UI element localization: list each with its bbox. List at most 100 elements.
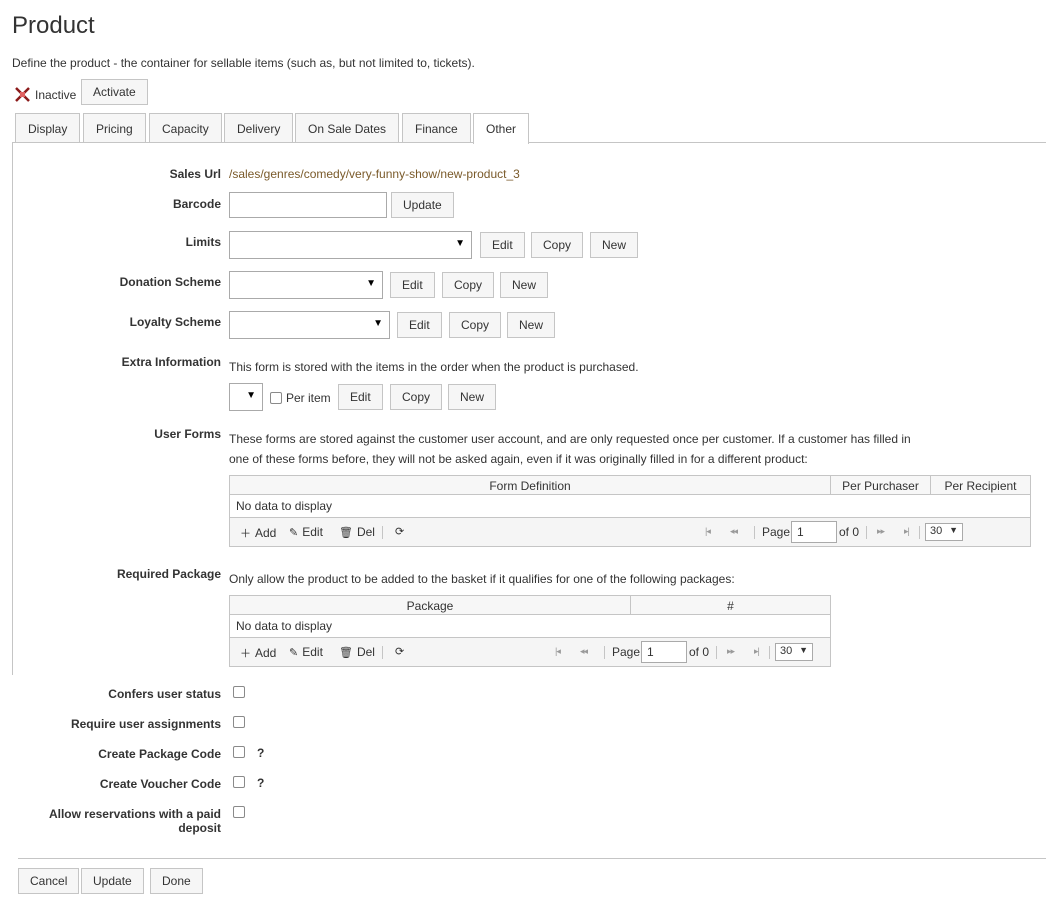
grid-edit-button[interactable]: ✎ Edit [289, 525, 323, 539]
pencil-icon: ✎ [289, 526, 299, 539]
page-description: Define the product - the container for s… [12, 56, 475, 70]
refresh-icon: ⟳ [395, 526, 405, 538]
tab-panel-left-border [12, 142, 13, 675]
trash-icon: 🗑 [339, 646, 353, 659]
extra-info-edit-button[interactable]: Edit [338, 384, 383, 410]
barcode-update-button[interactable]: Update [391, 192, 454, 218]
donation-copy-button[interactable]: Copy [442, 272, 495, 298]
pager-separator [382, 646, 383, 659]
tab-display[interactable]: Display [15, 113, 81, 143]
trash-icon: 🗑 [339, 526, 353, 539]
chevron-down-icon: ▼ [455, 238, 465, 249]
limits-new-button[interactable]: New [590, 232, 639, 258]
next-page-icon[interactable]: ▸▸ [877, 526, 885, 537]
page-count-label: of 0 [839, 525, 860, 539]
page-size-select[interactable]: 30 ▼ [925, 523, 963, 541]
extra-info-new-button[interactable]: New [448, 384, 497, 410]
column-header-per-recipient[interactable]: Per Recipient [931, 476, 1030, 495]
allow-reservations-checkbox[interactable] [233, 806, 245, 818]
page-number-input[interactable]: 1 [791, 521, 837, 543]
limits-copy-button[interactable]: Copy [531, 232, 584, 258]
tab-pricing[interactable]: Pricing [83, 113, 146, 143]
first-page-icon[interactable]: |◂ [705, 526, 711, 537]
tab-finance[interactable]: Finance [402, 113, 471, 143]
allow-reservations-label-line-1: Allow reservations with a paid [48, 807, 221, 821]
last-page-icon[interactable]: ▸| [904, 526, 910, 537]
grid-refresh-button[interactable]: ⟳ [395, 645, 404, 658]
confers-user-status-label: Confers user status [108, 687, 221, 701]
grid-refresh-button[interactable]: ⟳ [395, 525, 404, 538]
limits-select[interactable]: ▼ [229, 231, 472, 259]
required-package-label: Required Package [116, 567, 221, 581]
confers-user-status-checkbox[interactable] [233, 686, 245, 698]
tab-capacity[interactable]: Capacity [149, 113, 222, 143]
column-header-package[interactable]: Package [230, 596, 631, 615]
user-forms-label: User Forms [154, 427, 221, 441]
extra-information-text: This form is stored with the items in th… [229, 360, 639, 374]
loyalty-scheme-label: Loyalty Scheme [129, 315, 221, 329]
limits-label: Limits [185, 235, 221, 249]
page-number-input[interactable]: 1 [641, 641, 687, 663]
require-user-assignments-checkbox[interactable] [233, 716, 245, 728]
create-package-code-help-icon[interactable]: ? [257, 746, 264, 760]
page-size-select[interactable]: 30 ▼ [775, 643, 813, 661]
chevron-down-icon: ▼ [366, 278, 376, 289]
footer-divider [18, 858, 1046, 859]
column-header-per-purchaser[interactable]: Per Purchaser [831, 476, 931, 495]
grid-add-button[interactable]: ＋ Add [240, 525, 276, 541]
pager-separator [604, 646, 605, 659]
donation-edit-button[interactable]: Edit [390, 272, 435, 298]
create-voucher-code-help-icon[interactable]: ? [257, 776, 264, 790]
prev-page-icon[interactable]: ◂◂ [580, 646, 588, 657]
chevron-down-icon: ▼ [373, 318, 383, 329]
loyalty-scheme-select[interactable]: ▼ [229, 311, 390, 339]
user-forms-grid: Form Definition Per Purchaser Per Recipi… [229, 475, 1031, 547]
barcode-input[interactable] [229, 192, 387, 218]
grid-add-button[interactable]: ＋ Add [240, 645, 276, 661]
loyalty-new-button[interactable]: New [507, 312, 556, 338]
cancel-button[interactable]: Cancel [18, 868, 80, 894]
status-text: Inactive [35, 88, 77, 102]
prev-page-icon[interactable]: ◂◂ [730, 526, 738, 537]
grid-header: Package # [230, 596, 830, 615]
create-voucher-code-checkbox[interactable] [233, 776, 245, 788]
pager-separator [769, 646, 770, 659]
loyalty-copy-button[interactable]: Copy [449, 312, 502, 338]
pager-separator [716, 646, 717, 659]
update-button[interactable]: Update [81, 868, 144, 894]
done-button[interactable]: Done [150, 868, 203, 894]
last-page-icon[interactable]: ▸| [754, 646, 760, 657]
pager-separator [382, 526, 383, 539]
grid-pager: ＋ Add ✎ Edit 🗑 Del ⟳ |◂ ◂◂ Page 1 of 0 ▸▸ ▸… [230, 637, 830, 666]
user-forms-text-line-2: one of these forms before, they will not… [229, 452, 808, 466]
grid-delete-button[interactable]: 🗑 Del [339, 525, 375, 539]
extra-info-copy-button[interactable]: Copy [390, 384, 443, 410]
page-count-label: of 0 [689, 645, 710, 659]
donation-new-button[interactable]: New [500, 272, 549, 298]
activate-button[interactable]: Activate [81, 79, 148, 105]
donation-scheme-select[interactable]: ▼ [229, 271, 383, 299]
first-page-icon[interactable]: |◂ [555, 646, 561, 657]
inactive-icon [14, 86, 31, 103]
grid-delete-button[interactable]: 🗑 Del [339, 645, 375, 659]
loyalty-edit-button[interactable]: Edit [397, 312, 442, 338]
column-header-count[interactable]: # [631, 596, 830, 615]
page-label: Page [762, 525, 791, 539]
next-page-icon[interactable]: ▸▸ [727, 646, 735, 657]
extra-information-select[interactable]: ▼ [229, 383, 263, 411]
page-title: Product [12, 12, 95, 39]
required-package-text: Only allow the product to be added to th… [229, 572, 735, 586]
tab-delivery[interactable]: Delivery [224, 113, 294, 143]
package-grid: Package # No data to display ＋ Add ✎ Edit … [229, 595, 831, 667]
column-header-form-definition[interactable]: Form Definition [230, 476, 831, 495]
create-package-code-label: Create Package Code [98, 747, 221, 761]
per-item-checkbox[interactable] [270, 392, 282, 404]
tab-other[interactable]: Other [473, 113, 530, 144]
create-package-code-checkbox[interactable] [233, 746, 245, 758]
sales-url-link[interactable]: /sales/genres/comedy/very-funny-show/new… [229, 167, 520, 181]
limits-edit-button[interactable]: Edit [480, 232, 525, 258]
refresh-icon: ⟳ [395, 646, 405, 658]
donation-scheme-label: Donation Scheme [119, 275, 221, 289]
grid-edit-button[interactable]: ✎ Edit [289, 645, 323, 659]
tab-on-sale-dates[interactable]: On Sale Dates [295, 113, 400, 143]
